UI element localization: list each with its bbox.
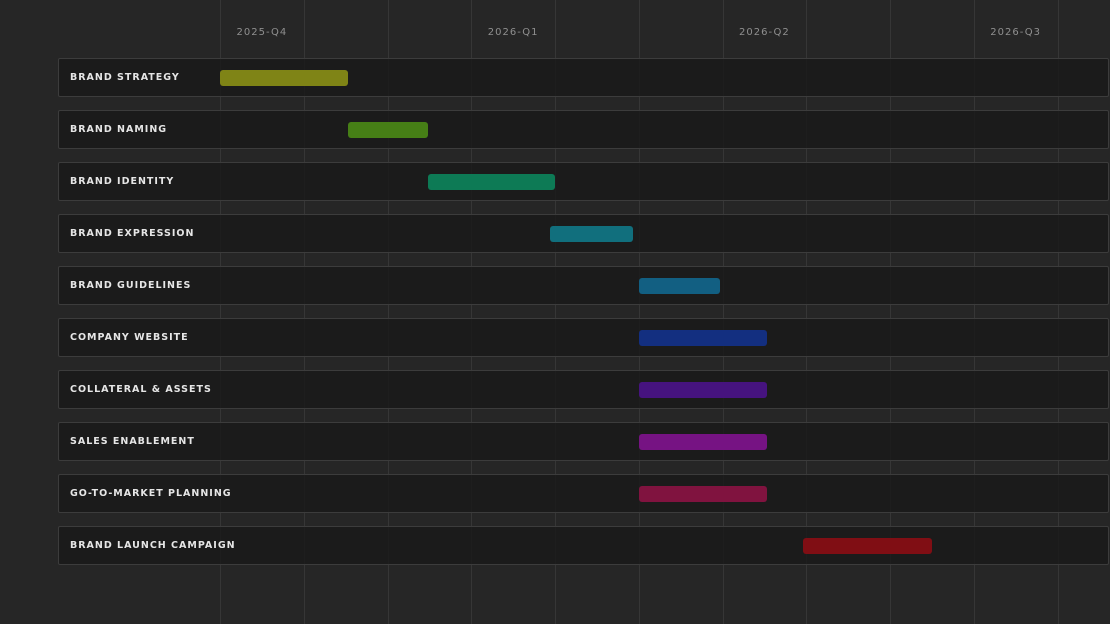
task-row[interactable] xyxy=(58,318,1109,357)
task-bar[interactable] xyxy=(638,434,768,450)
quarter-label: 2026-Q3 xyxy=(990,27,1041,38)
task-label: BRAND LAUNCH CAMPAIGN xyxy=(70,540,236,551)
task-row[interactable] xyxy=(58,370,1109,409)
task-bar[interactable] xyxy=(638,382,768,398)
task-bar[interactable] xyxy=(220,70,349,86)
task-label: BRAND STRATEGY xyxy=(70,72,180,83)
task-bar[interactable] xyxy=(428,174,555,190)
task-bar[interactable] xyxy=(638,278,720,294)
task-bar[interactable] xyxy=(638,330,768,346)
task-row[interactable] xyxy=(58,266,1109,305)
quarter-label: 2026-Q2 xyxy=(739,27,790,38)
task-label: BRAND NAMING xyxy=(70,124,168,135)
task-row[interactable] xyxy=(58,422,1109,461)
task-row[interactable] xyxy=(58,110,1109,149)
task-label: COLLATERAL & ASSETS xyxy=(70,384,212,395)
task-label: BRAND IDENTITY xyxy=(70,176,175,187)
task-label: BRAND EXPRESSION xyxy=(70,228,195,239)
task-label: BRAND GUIDELINES xyxy=(70,280,192,291)
task-bar[interactable] xyxy=(348,122,428,138)
quarter-label: 2026-Q1 xyxy=(487,27,539,38)
task-bar[interactable] xyxy=(803,538,932,554)
task-label: GO-TO-MARKET PLANNING xyxy=(70,488,232,499)
task-row[interactable] xyxy=(58,162,1109,201)
task-label: COMPANY WEBSITE xyxy=(70,332,189,343)
task-row[interactable] xyxy=(58,58,1109,97)
task-bar[interactable] xyxy=(638,486,768,502)
quarter-label: 2025-Q4 xyxy=(236,27,288,38)
task-bar[interactable] xyxy=(549,226,633,242)
gantt-chart: 2025-Q4 2026-Q1 2026-Q2 2026-Q3 BRAND STRAT… xyxy=(0,0,1110,624)
task-label: SALES ENABLEMENT xyxy=(70,436,195,447)
